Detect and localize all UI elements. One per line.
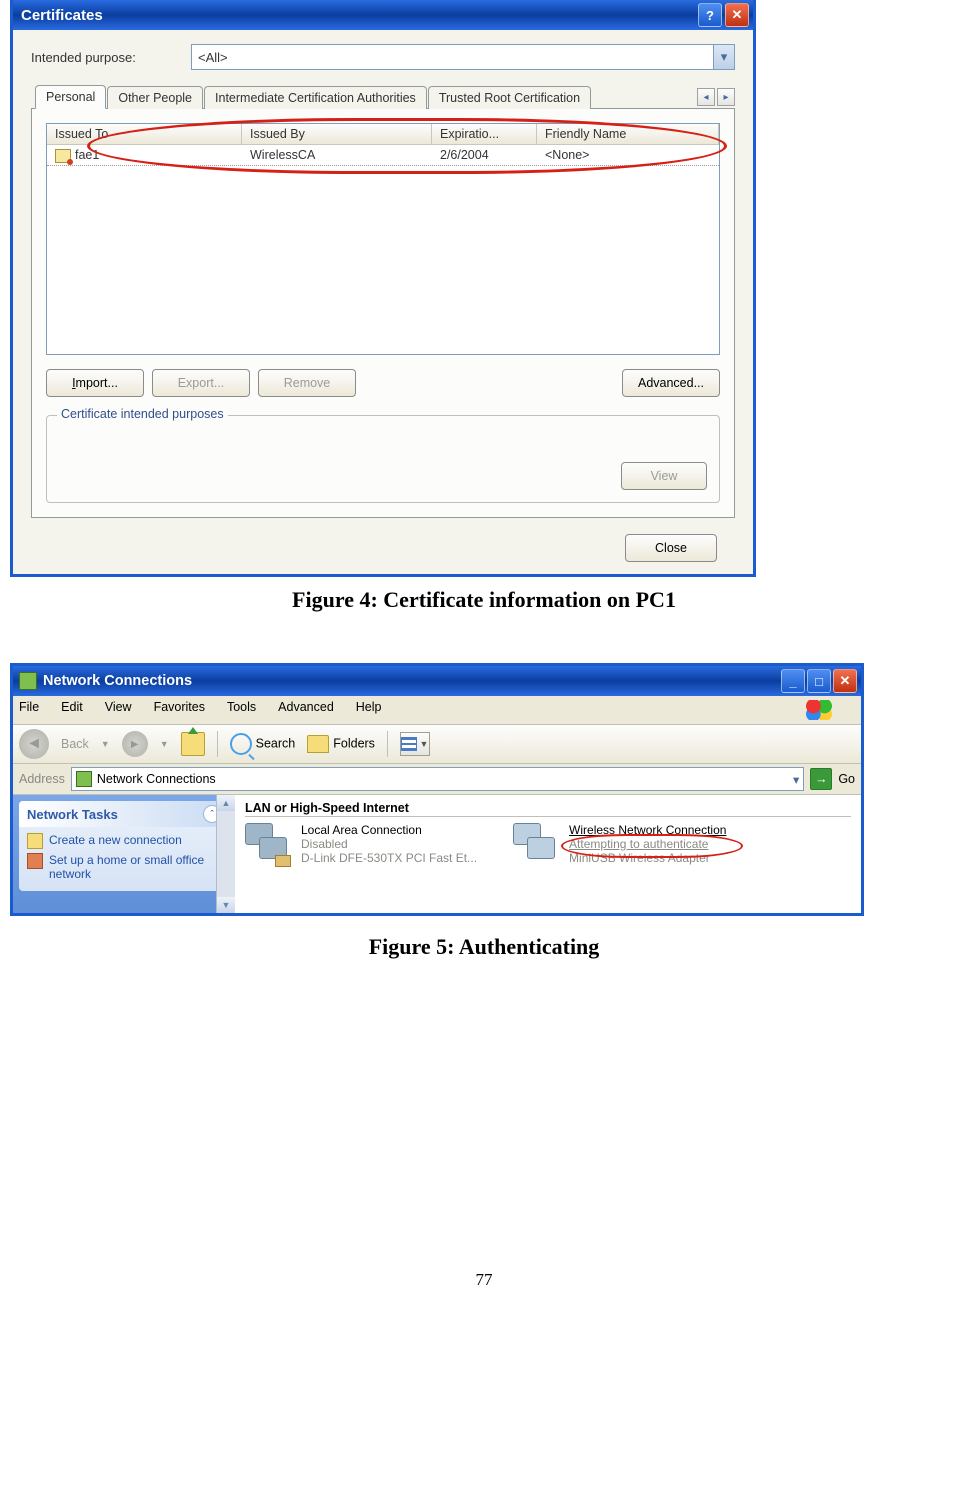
- group-label: Certificate intended purposes: [57, 407, 228, 421]
- separator-icon: [387, 731, 388, 757]
- network-tasks-header[interactable]: Network Tasks ˆ: [19, 801, 229, 827]
- go-button[interactable]: →: [810, 768, 832, 790]
- back-label: Back: [61, 737, 89, 751]
- tab-page: Issued To Issued By Expiratio... Friendl…: [31, 109, 735, 518]
- menu-bar: File Edit View Favorites Tools Advanced …: [13, 696, 861, 725]
- wireless-device: MiniUSB Wireless Adapter: [569, 851, 726, 865]
- task-create-connection[interactable]: Create a new connection: [27, 833, 221, 849]
- column-issued-to[interactable]: Issued To: [47, 124, 242, 144]
- windows-logo-icon: [805, 700, 833, 720]
- network-connections-window: Network Connections _ □ ✕ File Edit View…: [10, 663, 864, 916]
- menu-favorites[interactable]: Favorites: [154, 700, 205, 720]
- menu-help[interactable]: Help: [356, 700, 382, 720]
- scroll-down-icon[interactable]: ▼: [217, 897, 235, 913]
- page-number: 77: [10, 1270, 958, 1302]
- close-button[interactable]: ✕: [725, 3, 749, 27]
- wireless-title: Wireless Network Connection: [569, 823, 726, 837]
- tab-other-people[interactable]: Other People: [107, 86, 203, 109]
- wireless-connection-icon: [513, 823, 561, 867]
- scroll-up-icon[interactable]: ▲: [217, 795, 235, 811]
- toolbar: ◄ Back ▼ ► ▼ Search Folders ▼: [13, 725, 861, 764]
- wireless-status: Attempting to authenticate: [569, 837, 726, 851]
- menu-file[interactable]: File: [19, 700, 39, 720]
- menu-advanced[interactable]: Advanced: [278, 700, 334, 720]
- import-button[interactable]: Import...: [46, 369, 144, 397]
- help-button[interactable]: ?: [698, 3, 722, 27]
- menu-tools[interactable]: Tools: [227, 700, 256, 720]
- cell-issued-to: fae1: [75, 148, 99, 162]
- folders-button[interactable]: Folders: [307, 735, 375, 753]
- views-button[interactable]: ▼: [400, 732, 430, 756]
- maximize-button[interactable]: □: [807, 669, 831, 693]
- certificates-dialog: Certificates ? ✕ Intended purpose: <All>…: [10, 0, 756, 577]
- up-button[interactable]: [181, 732, 205, 756]
- lan-title: Local Area Connection: [301, 823, 477, 837]
- view-button[interactable]: View: [621, 462, 707, 490]
- figure5-caption: Figure 5: Authenticating: [10, 934, 958, 960]
- forward-button[interactable]: ►: [122, 731, 148, 757]
- certificate-icon: [55, 149, 71, 163]
- cell-friendly-name: <None>: [537, 145, 719, 165]
- lan-device: D-Link DFE-530TX PCI Fast Et...: [301, 851, 477, 865]
- views-icon: [401, 737, 417, 751]
- search-icon: [230, 733, 252, 755]
- task-icon: [27, 833, 43, 849]
- column-expiration[interactable]: Expiratio...: [432, 124, 537, 144]
- tab-personal[interactable]: Personal: [35, 85, 106, 109]
- back-button[interactable]: ◄: [19, 729, 49, 759]
- window-titlebar[interactable]: Network Connections _ □ ✕: [13, 666, 861, 696]
- close-dialog-button[interactable]: Close: [625, 534, 717, 562]
- task-setup-network[interactable]: Set up a home or small office network: [27, 853, 221, 881]
- address-value: Network Connections: [97, 772, 216, 786]
- cell-issued-by: WirelessCA: [242, 145, 432, 165]
- search-button[interactable]: Search: [230, 733, 296, 755]
- folder-icon: [307, 735, 329, 753]
- intended-purpose-select[interactable]: <All> ▾: [191, 44, 735, 70]
- network-icon: [76, 771, 92, 787]
- column-issued-by[interactable]: Issued By: [242, 124, 432, 144]
- address-label: Address: [19, 772, 65, 786]
- remove-button[interactable]: Remove: [258, 369, 356, 397]
- connection-wireless[interactable]: Wireless Network Connection Attempting t…: [513, 823, 726, 867]
- go-label: Go: [838, 772, 855, 786]
- certificate-row[interactable]: fae1 WirelessCA 2/6/2004 <None>: [47, 145, 719, 166]
- main-pane: LAN or High-Speed Internet Local Area Co…: [235, 795, 861, 913]
- tab-strip: Personal Other People Intermediate Certi…: [31, 84, 735, 109]
- address-input[interactable]: Network Connections ▾: [71, 767, 804, 791]
- cert-purposes-group: Certificate intended purposes View: [46, 415, 720, 503]
- column-friendly-name[interactable]: Friendly Name: [537, 124, 719, 144]
- chevron-down-icon: ▾: [713, 45, 734, 69]
- lan-group-header: LAN or High-Speed Internet: [245, 801, 851, 817]
- menu-edit[interactable]: Edit: [61, 700, 83, 720]
- separator-icon: [217, 731, 218, 757]
- minimize-button[interactable]: _: [781, 669, 805, 693]
- intended-purpose-value: <All>: [198, 50, 228, 65]
- tasks-panel: Network Tasks ˆ Create a new connection …: [13, 795, 235, 913]
- export-button[interactable]: Export...: [152, 369, 250, 397]
- address-bar: Address Network Connections ▾ → Go: [13, 764, 861, 795]
- task-icon: [27, 853, 43, 869]
- window-close-button[interactable]: ✕: [833, 669, 857, 693]
- connection-lan[interactable]: Local Area Connection Disabled D-Link DF…: [245, 823, 477, 867]
- advanced-button[interactable]: Advanced...: [622, 369, 720, 397]
- tab-trusted-root[interactable]: Trusted Root Certification: [428, 86, 591, 109]
- window-title: Network Connections: [43, 673, 192, 689]
- network-icon: [19, 672, 37, 690]
- lan-status: Disabled: [301, 837, 477, 851]
- scrollbar[interactable]: ▲ ▼: [216, 795, 235, 913]
- tab-intermediate-ca[interactable]: Intermediate Certification Authorities: [204, 86, 427, 109]
- dialog-title: Certificates: [21, 7, 103, 24]
- dialog-titlebar[interactable]: Certificates ? ✕: [13, 0, 753, 30]
- menu-view[interactable]: View: [105, 700, 132, 720]
- figure4-caption: Figure 4: Certificate information on PC1: [10, 587, 958, 613]
- certificates-list[interactable]: Issued To Issued By Expiratio... Friendl…: [46, 123, 720, 355]
- tab-scroll-right[interactable]: ▸: [717, 88, 735, 106]
- tab-scroll-left[interactable]: ◂: [697, 88, 715, 106]
- lan-connection-icon: [245, 823, 293, 867]
- cell-expiration: 2/6/2004: [432, 145, 537, 165]
- intended-purpose-label: Intended purpose:: [31, 50, 191, 65]
